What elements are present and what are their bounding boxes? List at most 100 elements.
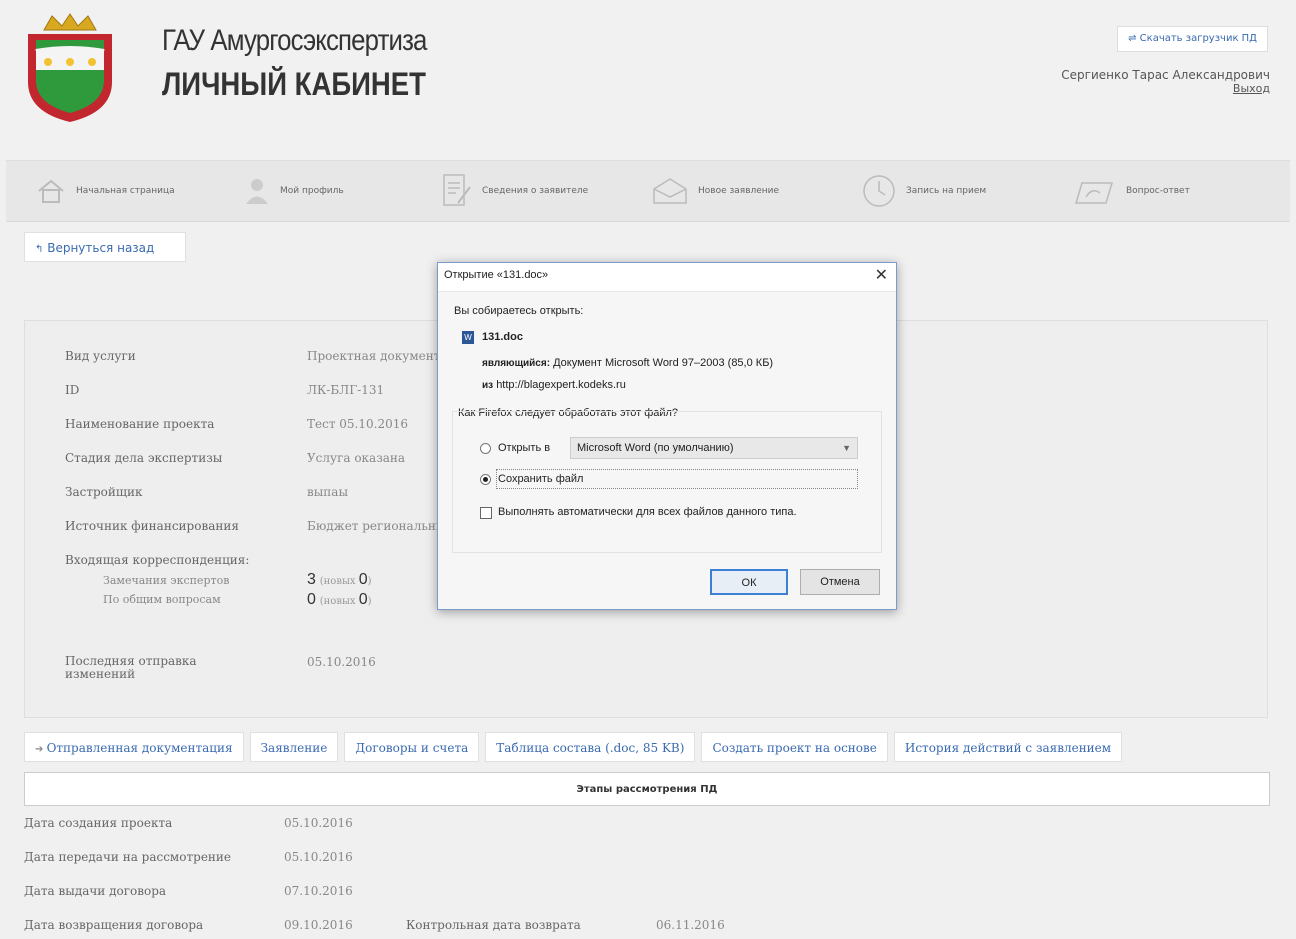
cabinet-title: ЛИЧНЫЙ КАБИНЕТ: [162, 66, 426, 102]
tab-composition-table[interactable]: Таблица состава (.doc, 85 KB): [485, 732, 696, 762]
stage-label-submitted: Дата передачи на рассмотрение: [24, 850, 232, 864]
general-count[interactable]: 0: [307, 591, 316, 608]
save-file-radio[interactable]: [480, 474, 491, 485]
info-label-id: ID: [65, 383, 80, 397]
experts-new-count: 0: [358, 571, 368, 588]
back-button[interactable]: ↰ Вернуться назад: [24, 232, 186, 262]
tab-sent-docs-label: Отправленная документация: [46, 741, 233, 755]
stage-label-contract-issued: Дата выдачи договора: [24, 884, 167, 898]
nav-item-home[interactable]: Начальная страница: [36, 161, 175, 221]
info-value-stage: Услуга оказана: [307, 451, 406, 465]
stages-header: Этапы рассмотрения ПД: [24, 772, 1270, 806]
stage-value-contract-returned: 09.10.2016: [284, 918, 353, 932]
main-nav: Начальная страница Мой профиль Сведения …: [6, 160, 1290, 222]
save-file-label[interactable]: Сохранить файл: [498, 473, 583, 485]
open-with-select[interactable]: Microsoft Word (по умолчанию) ▼: [570, 437, 858, 459]
open-with-label[interactable]: Открыть в: [498, 442, 550, 454]
chevron-down-icon: ▼: [842, 443, 851, 453]
experts-new-prefix: (новых: [319, 576, 359, 587]
info-value-id: ЛК-БЛГ-131: [307, 383, 385, 397]
incoming-general-label: По общим вопросам: [103, 593, 221, 606]
nav-label-appointment: Запись на прием: [906, 186, 987, 196]
nav-item-profile[interactable]: Мой профиль: [244, 161, 344, 221]
info-value-service: Проектная документ: [307, 349, 441, 363]
tab-sent-docs[interactable]: ➔ Отправленная документация: [24, 732, 244, 762]
about-to-open-text: Вы собираетесь открыть:: [454, 305, 584, 317]
stage-label-created: Дата создания проекта: [24, 816, 173, 830]
tab-application[interactable]: Заявление: [249, 732, 339, 762]
auto-action-checkbox[interactable]: [480, 507, 492, 519]
info-value-funding: Бюджет региональны: [307, 519, 446, 533]
open-with-app: Microsoft Word (по умолчанию): [577, 442, 734, 454]
stage-value-contract-issued: 07.10.2016: [284, 884, 353, 898]
last-sent-value: 05.10.2016: [307, 655, 376, 669]
edit-document-icon: [443, 174, 471, 206]
nav-label-faq: Вопрос-ответ: [1126, 186, 1190, 196]
experts-new-suffix: ): [367, 576, 372, 587]
nav-item-appointment[interactable]: Запись на прием: [862, 161, 986, 221]
nav-label-new-application: Новое заявление: [698, 186, 780, 196]
general-new-suffix: ): [367, 596, 372, 607]
word-file-icon: W: [462, 331, 474, 344]
stage-label-control-date: Контрольная дата возврата: [406, 918, 581, 932]
back-arrow-icon: ↰: [35, 244, 44, 255]
nav-label-profile: Мой профиль: [280, 186, 344, 196]
file-source-label: из: [482, 380, 494, 391]
download-loader-button[interactable]: ⇌ Скачать загрузчик ПД: [1117, 26, 1268, 52]
incoming-general-value: 0 (новых 0): [307, 591, 372, 609]
logout-link[interactable]: Выход: [1233, 82, 1270, 95]
file-open-dialog: Открытие «131.doc» ✕ Вы собираетесь откр…: [437, 262, 897, 610]
file-name: 131.doc: [482, 331, 523, 343]
organization-name: ГАУ Амургосэкспертиза: [162, 24, 427, 57]
tab-active-arrow-icon: ➔: [35, 744, 47, 755]
tab-contracts[interactable]: Договоры и счета: [344, 732, 480, 762]
stage-label-contract-returned: Дата возвращения договора: [24, 918, 204, 932]
stage-value-control-date: 06.11.2016: [656, 918, 725, 932]
info-value-developer: выпаы: [307, 485, 349, 499]
user-icon: [246, 179, 268, 204]
general-new-prefix: (новых: [319, 596, 359, 607]
ok-button[interactable]: ОК: [710, 569, 788, 595]
file-type-row: являющийся: Документ Microsoft Word 97–2…: [482, 357, 773, 369]
cancel-button[interactable]: Отмена: [800, 569, 880, 595]
download-loader-label: Скачать загрузчик ПД: [1139, 33, 1257, 44]
clock-icon: [863, 175, 895, 207]
info-label-service: Вид услуги: [65, 349, 136, 363]
home-icon: [38, 179, 64, 203]
coat-of-arms-logo: [28, 13, 112, 122]
tab-history[interactable]: История действий с заявлением: [893, 732, 1123, 762]
incoming-experts-value: 3 (новых 0): [307, 571, 372, 589]
file-type-value: Документ Microsoft Word 97–2003 (85,0 КБ…: [553, 357, 774, 369]
info-label-developer: Застройщик: [65, 485, 143, 499]
incoming-experts-label: Замечания экспертов: [103, 574, 230, 587]
file-type-label: являющийся:: [482, 358, 551, 369]
back-button-label: Вернуться назад: [47, 241, 155, 255]
envelope-icon: [653, 178, 687, 204]
experts-count[interactable]: 3: [307, 571, 316, 588]
info-label-funding: Источник финансирования: [65, 519, 239, 533]
nav-item-new-application[interactable]: Новое заявление: [652, 161, 779, 221]
user-name: Сергиенко Тарас Александрович: [1061, 68, 1270, 82]
nav-item-applicant[interactable]: Сведения о заявителе: [442, 161, 588, 221]
stage-value-created: 05.10.2016: [284, 816, 353, 830]
file-source-row: из http://blagexpert.kodeks.ru: [482, 379, 626, 391]
info-value-project-name: Тест 05.10.2016: [307, 417, 408, 431]
project-tabs: ➔ Отправленная документация Заявление До…: [24, 732, 1128, 762]
stage-value-submitted: 05.10.2016: [284, 850, 353, 864]
nav-item-faq[interactable]: Вопрос-ответ: [1072, 161, 1190, 221]
last-sent-label: Последняя отправка изменений: [65, 654, 197, 681]
info-label-stage: Стадия дела экспертизы: [65, 451, 223, 465]
tab-create-based[interactable]: Создать проект на основе: [701, 732, 888, 762]
incoming-mail-label: Входящая корреспонденция:: [65, 553, 250, 567]
nav-label-applicant: Сведения о заявителе: [482, 186, 589, 196]
open-with-radio[interactable]: [480, 443, 491, 454]
chat-icon: [1074, 182, 1114, 204]
general-new-count: 0: [358, 591, 368, 608]
page-header: ГАУ Амургосэкспертиза ЛИЧНЫЙ КАБИНЕТ ⇌ С…: [0, 0, 1296, 160]
dialog-title: Открытие «131.doc»: [444, 269, 549, 281]
file-source-value: http://blagexpert.kodeks.ru: [496, 379, 626, 391]
nav-label-home: Начальная страница: [76, 186, 175, 196]
info-label-project-name: Наименование проекта: [65, 417, 215, 431]
close-icon[interactable]: ✕: [875, 265, 888, 285]
auto-action-label[interactable]: Выполнять автоматически для всех файлов …: [498, 506, 797, 518]
